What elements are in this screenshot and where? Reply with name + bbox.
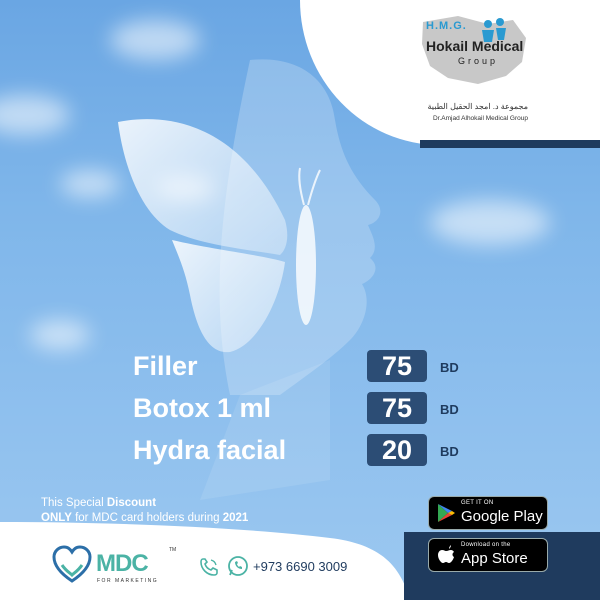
- app-store-label: App Store: [461, 550, 528, 567]
- phone-icon: [200, 558, 218, 576]
- promo-banner: H.M.G. Hokail Medical Group مجموعة د. ام…: [0, 0, 600, 600]
- logo-group: Group: [458, 56, 499, 66]
- offer-row-filler: Filler 75 BD: [0, 348, 600, 384]
- navy-accent-strip: [420, 140, 600, 148]
- google-play-icon: [438, 504, 455, 522]
- mdc-brand-name: MDC: [96, 550, 149, 577]
- logo-abbrev: H.M.G.: [426, 20, 467, 32]
- offer-price: 20: [367, 434, 427, 466]
- offer-currency: BD: [440, 360, 459, 375]
- whatsapp-icon: [228, 556, 248, 576]
- arabic-brand-name: مجموعة د. امجد الحقيل الطبية: [427, 102, 529, 111]
- mdc-tagline: FOR MARKETING: [97, 578, 159, 584]
- offer-row-botox: Botox 1 ml 75 BD: [0, 390, 600, 426]
- hmg-logo: H.M.G. Hokail Medical Group: [418, 14, 528, 86]
- promo-line1-bold: Discount: [106, 497, 157, 509]
- google-play-small: GET IT ON: [461, 500, 494, 506]
- google-play-label: Google Play: [461, 508, 543, 525]
- promo-line1-text: This Special: [41, 497, 107, 509]
- offer-name: Hydra facial: [133, 435, 287, 465]
- contact-phone-number[interactable]: +973 6690 3009: [253, 559, 347, 574]
- app-store-small: Download on the: [461, 542, 511, 548]
- offer-name: Botox 1 ml: [133, 393, 272, 423]
- offer-price: 75: [367, 350, 427, 382]
- offer-name: Filler: [133, 351, 198, 381]
- apple-icon: [438, 545, 454, 563]
- offer-currency: BD: [440, 402, 459, 417]
- app-store-button[interactable]: Download on the App Store: [428, 538, 548, 572]
- offer-row-hydra-facial: Hydra facial 20 BD: [0, 432, 600, 468]
- offer-currency: BD: [440, 444, 459, 459]
- offer-price: 75: [367, 392, 427, 424]
- english-brand-subname: Dr.Amjad Alhokail Medical Group: [432, 115, 528, 122]
- mdc-trademark: TM: [169, 547, 177, 553]
- logo-name: Hokail Medical: [426, 38, 524, 54]
- heart-hands-icon: [52, 545, 92, 583]
- google-play-button[interactable]: GET IT ON Google Play: [428, 496, 548, 530]
